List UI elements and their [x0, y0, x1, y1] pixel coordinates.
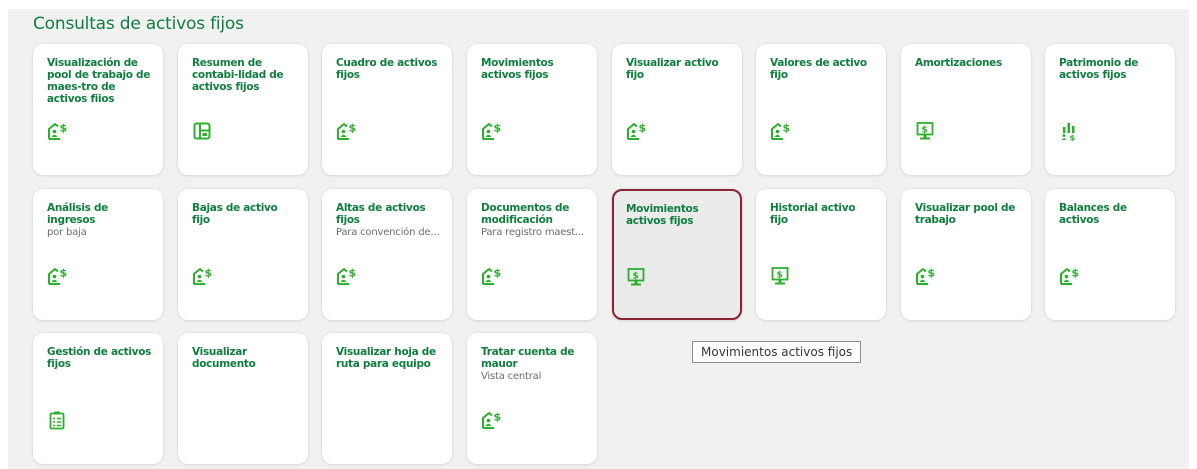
app-tile[interactable]: Resumen de contabi-lidad de activos fijo…: [178, 44, 308, 175]
app-tile[interactable]: Movimientos activos fijos $: [612, 189, 742, 320]
app-tile[interactable]: Tratar cuenta de mauor Vista central $: [467, 333, 597, 464]
tile-title: Resumen de contabi-lidad de activos fijo…: [192, 57, 284, 93]
app-tile[interactable]: Visualizar hoja de ruta para equipo: [322, 333, 452, 464]
asset-money-icon: $: [47, 121, 67, 141]
svg-text:$: $: [1072, 267, 1080, 280]
money-monitor-icon: $: [626, 267, 646, 287]
app-tile[interactable]: Historial activo fijo $: [756, 189, 886, 320]
svg-text:$: $: [494, 411, 502, 424]
asset-money-icon: $: [481, 410, 501, 430]
tile-title: Historial activo fijo: [770, 202, 856, 226]
svg-text:$: $: [928, 267, 936, 280]
asset-money-icon: $: [192, 266, 212, 286]
app-tile[interactable]: Patrimonio de activos fijos $: [1045, 44, 1175, 175]
app-tile[interactable]: Bajas de activo fijo $: [178, 189, 308, 320]
tile-title: Movimientos activos fijos: [626, 203, 699, 227]
clipboard-icon: [47, 410, 67, 430]
asset-money-icon: $: [915, 266, 935, 286]
app-tile[interactable]: Balances de activos $: [1045, 189, 1175, 320]
tooltip: Movimientos activos fijos: [692, 341, 862, 363]
tile-title: Balances de activos: [1059, 202, 1127, 226]
tile-title: Visualización de pool de trabajo de maes…: [47, 57, 151, 105]
app-tile[interactable]: Amortizaciones $: [901, 44, 1031, 175]
app-tile[interactable]: Visualizar activo fijo $: [612, 44, 742, 175]
svg-text:$: $: [639, 122, 647, 135]
tile-title: Visualizar pool de trabajo: [915, 202, 1016, 226]
svg-text:$: $: [349, 122, 357, 135]
asset-money-icon: $: [1059, 266, 1079, 286]
money-monitor-icon: $: [770, 266, 790, 286]
asset-money-icon: $: [770, 121, 790, 141]
tile-title: Documentos de modificación: [481, 202, 570, 226]
tile-title: Cuadro de activos fijos: [336, 57, 438, 81]
svg-text:$: $: [60, 122, 68, 135]
asset-money-icon: $: [336, 266, 356, 286]
tile-subtitle: Para convención de ...: [336, 227, 442, 238]
app-tile[interactable]: Altas de activos fijos Para convención de…: [322, 189, 452, 320]
svg-text:$: $: [633, 272, 639, 282]
tile-title: Movimientos activos fijos: [481, 57, 554, 81]
asset-money-icon: $: [481, 121, 501, 141]
tile-subtitle: Para registro maest...: [481, 227, 584, 238]
svg-text:$: $: [777, 271, 783, 281]
svg-text:$: $: [494, 122, 502, 135]
asset-money-icon: $: [481, 266, 501, 286]
app-tile[interactable]: Visualizar documento: [178, 333, 308, 464]
money-monitor-icon: $: [915, 121, 935, 141]
tile-title: Valores de activo fijo: [770, 57, 867, 81]
tile-subtitle: por baja: [47, 227, 87, 238]
equity-icon: $: [1059, 121, 1079, 141]
tile-subtitle: Vista central: [481, 371, 542, 382]
tile-title: Visualizar hoja de ruta para equipo: [336, 346, 436, 370]
tile-title: Gestión de activos fijos: [47, 346, 152, 370]
svg-text:$: $: [783, 122, 791, 135]
app-tile[interactable]: Cuadro de activos fijos $: [322, 44, 452, 175]
app-tile[interactable]: Análisis de ingresos por baja $: [33, 189, 163, 320]
svg-text:$: $: [1070, 134, 1076, 142]
app-tile[interactable]: Visualización de pool de trabajo de maes…: [33, 44, 163, 175]
app-tile[interactable]: Visualizar pool de trabajo $: [901, 189, 1031, 320]
tile-title: Bajas de activo fijo: [192, 202, 278, 226]
tile-title: Tratar cuenta de mauor: [481, 346, 575, 370]
app-tile[interactable]: Movimientos activos fijos $: [467, 44, 597, 175]
tile-title: Análisis de ingresos: [47, 202, 108, 226]
app-tile[interactable]: Valores de activo fijo $: [756, 44, 886, 175]
tile-title: Altas de activos fijos: [336, 202, 426, 226]
tile-title: Patrimonio de activos fijos: [1059, 57, 1139, 81]
svg-text:$: $: [205, 267, 213, 280]
svg-text:$: $: [494, 267, 502, 280]
svg-text:$: $: [922, 126, 928, 136]
tile-title: Amortizaciones: [915, 57, 1002, 69]
asset-money-icon: $: [626, 121, 646, 141]
svg-text:$: $: [349, 267, 357, 280]
app-tile[interactable]: Gestión de activos fijos: [33, 333, 163, 464]
ledger-icon: [192, 121, 212, 141]
svg-text:$: $: [60, 267, 68, 280]
tile-title: Visualizar activo fijo: [626, 57, 719, 81]
section-title: Consultas de activos fijos: [33, 14, 244, 34]
asset-money-icon: $: [47, 266, 67, 286]
app-tile[interactable]: Documentos de modificación Para registro …: [467, 189, 597, 320]
tile-title: Visualizar documento: [192, 346, 256, 370]
asset-money-icon: $: [336, 121, 356, 141]
